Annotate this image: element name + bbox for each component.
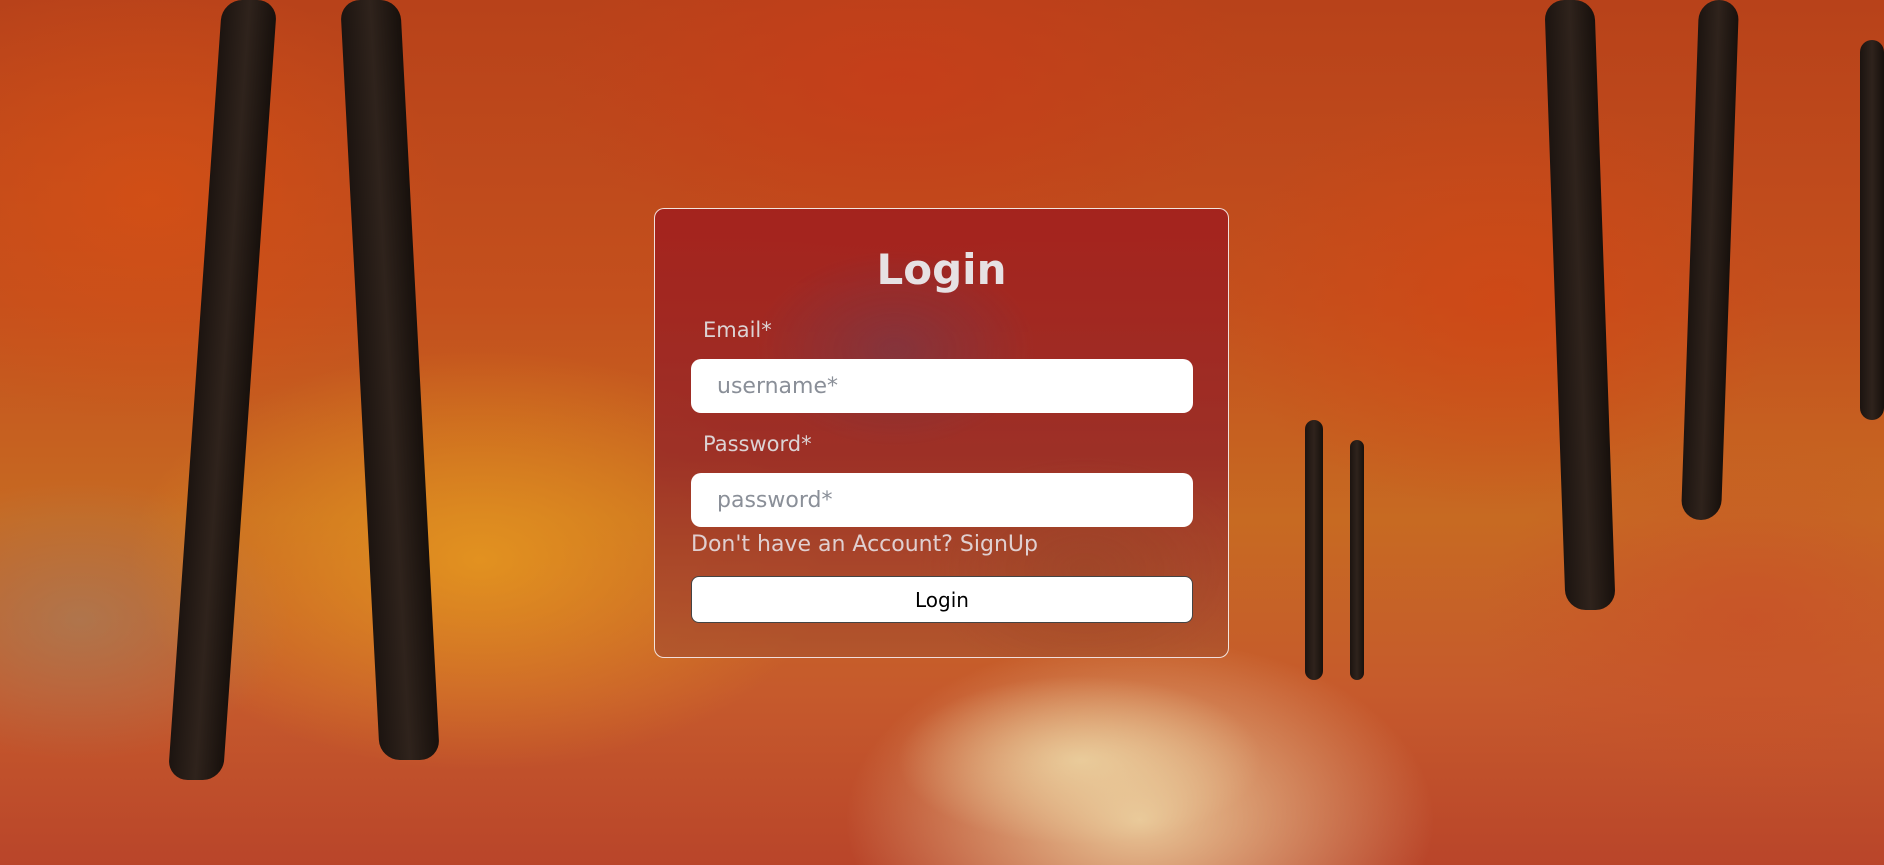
login-button[interactable]: Login [691,576,1193,623]
email-label: Email* [703,318,772,342]
page-title: Login [876,245,1007,294]
tree-trunk [1350,440,1364,680]
tree-trunk [1305,420,1323,680]
login-card: Login Email* Password* Don't have an Acc… [654,208,1229,658]
tree-trunk [340,0,440,760]
signup-prompt-text: Don't have an Account? [691,532,960,557]
password-field[interactable] [691,473,1193,527]
signup-link[interactable]: SignUp [960,532,1038,557]
password-label: Password* [703,432,812,456]
email-field[interactable] [691,359,1193,413]
tree-trunk [1544,0,1616,610]
tree-trunk [1860,40,1884,420]
tree-trunk [167,0,278,780]
tree-trunk [1680,0,1740,520]
signup-prompt-line: Don't have an Account? SignUp [691,532,1038,557]
